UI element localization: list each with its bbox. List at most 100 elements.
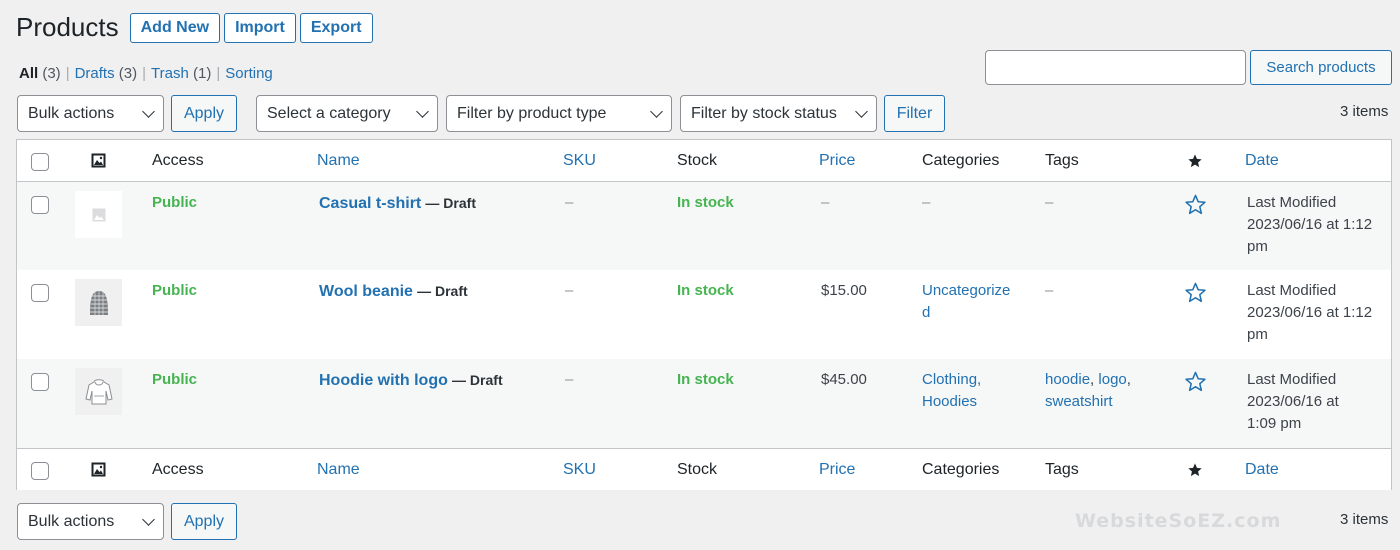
- date-value-cont: pm: [1247, 326, 1268, 343]
- date-value: 2023/06/16 at 1:12: [1247, 216, 1373, 233]
- tags-value: –: [1045, 282, 1054, 299]
- product-type-select[interactable]: Filter by product type: [446, 95, 672, 132]
- products-table: Access Name SKU Stock Price Categories T…: [16, 139, 1392, 490]
- bulk-actions-label: Bulk actions: [28, 512, 115, 530]
- product-thumbnail[interactable]: [75, 279, 122, 326]
- product-thumbnail[interactable]: [75, 368, 122, 415]
- category-link[interactable]: Hoodies: [922, 391, 981, 413]
- chevron-down-icon: [142, 512, 155, 526]
- star-outline-icon[interactable]: [1184, 281, 1207, 304]
- sku-value: –: [565, 194, 574, 211]
- tag-link[interactable]: hoodie: [1045, 371, 1090, 388]
- access-status: Public: [152, 194, 198, 211]
- sku-value: –: [565, 371, 574, 388]
- featured-star-icon[interactable]: [1187, 153, 1203, 169]
- col-tags: Tags: [1045, 152, 1079, 169]
- col-sku-sort[interactable]: SKU: [563, 459, 596, 481]
- search-products-button[interactable]: Search products: [1250, 50, 1392, 85]
- col-access: Access: [152, 461, 204, 478]
- post-state: — Draft: [452, 372, 503, 388]
- col-name-sort[interactable]: Name: [317, 150, 360, 172]
- col-date-sort[interactable]: Date: [1245, 459, 1279, 481]
- view-trash[interactable]: Trash (1): [151, 65, 211, 82]
- image-icon: [91, 462, 106, 477]
- star-outline-icon[interactable]: [1184, 370, 1207, 393]
- filter-button[interactable]: Filter: [884, 95, 945, 132]
- product-name-link[interactable]: Wool beanie: [319, 283, 413, 300]
- search-box: Search products: [985, 50, 1392, 85]
- search-input[interactable]: [985, 50, 1246, 85]
- category-link[interactable]: Clothing,: [922, 369, 981, 391]
- select-all-checkbox[interactable]: [31, 462, 49, 480]
- stock-status: In stock: [677, 194, 734, 211]
- col-date-sort[interactable]: Date: [1245, 150, 1279, 172]
- watermark-logo: WebsiteSoEZ.com: [1075, 510, 1282, 532]
- date-cell: Last Modified 2023/06/16 at 1:12 pm: [1247, 280, 1397, 346]
- chevron-down-icon: [650, 104, 663, 118]
- product-name-link[interactable]: Hoodie with logo: [319, 372, 448, 389]
- stock-status-label: Filter by stock status: [691, 104, 837, 122]
- bulk-actions-select-bottom[interactable]: Bulk actions: [17, 503, 164, 540]
- date-cell: Last Modified 2023/06/16 at 1:09 pm: [1247, 369, 1397, 435]
- col-stock: Stock: [677, 461, 718, 478]
- chevron-down-icon: [142, 104, 155, 118]
- table-row: Public Wool beanie — Draft – In stock $1…: [17, 270, 1391, 359]
- select-all-checkbox[interactable]: [31, 153, 49, 171]
- stock-status-select[interactable]: Filter by stock status: [680, 95, 877, 132]
- col-sku-sort[interactable]: SKU: [563, 150, 596, 172]
- view-sorting[interactable]: Sorting: [225, 65, 273, 82]
- col-price-sort[interactable]: Price: [819, 459, 855, 481]
- row-checkbox[interactable]: [31, 196, 49, 214]
- col-price-sort[interactable]: Price: [819, 150, 855, 172]
- post-state: — Draft: [417, 283, 468, 299]
- product-thumbnail[interactable]: [75, 191, 122, 238]
- placeholder-image-icon: [92, 208, 105, 221]
- row-checkbox[interactable]: [31, 373, 49, 391]
- tag-link[interactable]: logo: [1098, 371, 1126, 388]
- bulk-actions-select[interactable]: Bulk actions: [17, 95, 164, 132]
- post-state: — Draft: [425, 195, 476, 211]
- date-value: 2023/06/16 at 1:12: [1247, 304, 1373, 321]
- apply-button[interactable]: Apply: [171, 95, 237, 132]
- product-name-cell: Casual t-shirt — Draft: [319, 192, 476, 215]
- items-count-bottom: 3 items: [1340, 511, 1389, 528]
- view-drafts[interactable]: Drafts (3): [75, 65, 138, 82]
- status-views: All (3) | Drafts (3) | Trash (1) | Sorting: [19, 65, 273, 82]
- apply-button-bottom[interactable]: Apply: [171, 503, 237, 540]
- product-name-cell: Wool beanie — Draft: [319, 280, 468, 303]
- export-button[interactable]: Export: [299, 12, 373, 43]
- featured-star-icon[interactable]: [1187, 462, 1203, 478]
- col-categories: Categories: [922, 152, 1000, 169]
- product-name-link[interactable]: Casual t-shirt: [319, 195, 421, 212]
- tags-value: hoodie, logo, sweatshirt: [1045, 369, 1155, 413]
- category-select[interactable]: Select a category: [256, 95, 438, 132]
- sku-value: –: [565, 282, 574, 299]
- category-link-cont[interactable]: d: [922, 302, 1010, 324]
- category-label: Select a category: [267, 104, 391, 122]
- col-name-sort[interactable]: Name: [317, 459, 360, 481]
- categories-value: Clothing, Hoodies: [922, 369, 981, 413]
- col-stock: Stock: [677, 152, 718, 169]
- import-button[interactable]: Import: [224, 12, 296, 43]
- categories-value: –: [922, 194, 931, 211]
- access-status: Public: [152, 371, 198, 388]
- tag-link[interactable]: sweatshirt: [1045, 391, 1155, 413]
- date-value: 2023/06/16 at: [1247, 393, 1339, 410]
- bulk-actions-label: Bulk actions: [28, 104, 115, 122]
- price-value: $45.00: [821, 371, 867, 388]
- items-count: 3 items: [1340, 103, 1389, 120]
- price-value: $15.00: [821, 282, 867, 299]
- col-tags: Tags: [1045, 461, 1079, 478]
- stock-status: In stock: [677, 282, 734, 299]
- date-label: Last Modified: [1247, 194, 1337, 211]
- image-icon: [91, 153, 106, 168]
- add-new-button[interactable]: Add New: [129, 12, 221, 43]
- view-all[interactable]: All (3): [19, 65, 61, 82]
- access-status: Public: [152, 282, 198, 299]
- category-link[interactable]: Uncategorize: [922, 280, 1010, 302]
- star-outline-icon[interactable]: [1184, 193, 1207, 216]
- table-header: Access Name SKU Stock Price Categories T…: [17, 140, 1391, 182]
- row-checkbox[interactable]: [31, 284, 49, 302]
- date-label: Last Modified: [1247, 282, 1337, 299]
- page-header: Products Add New Import Export: [16, 12, 377, 43]
